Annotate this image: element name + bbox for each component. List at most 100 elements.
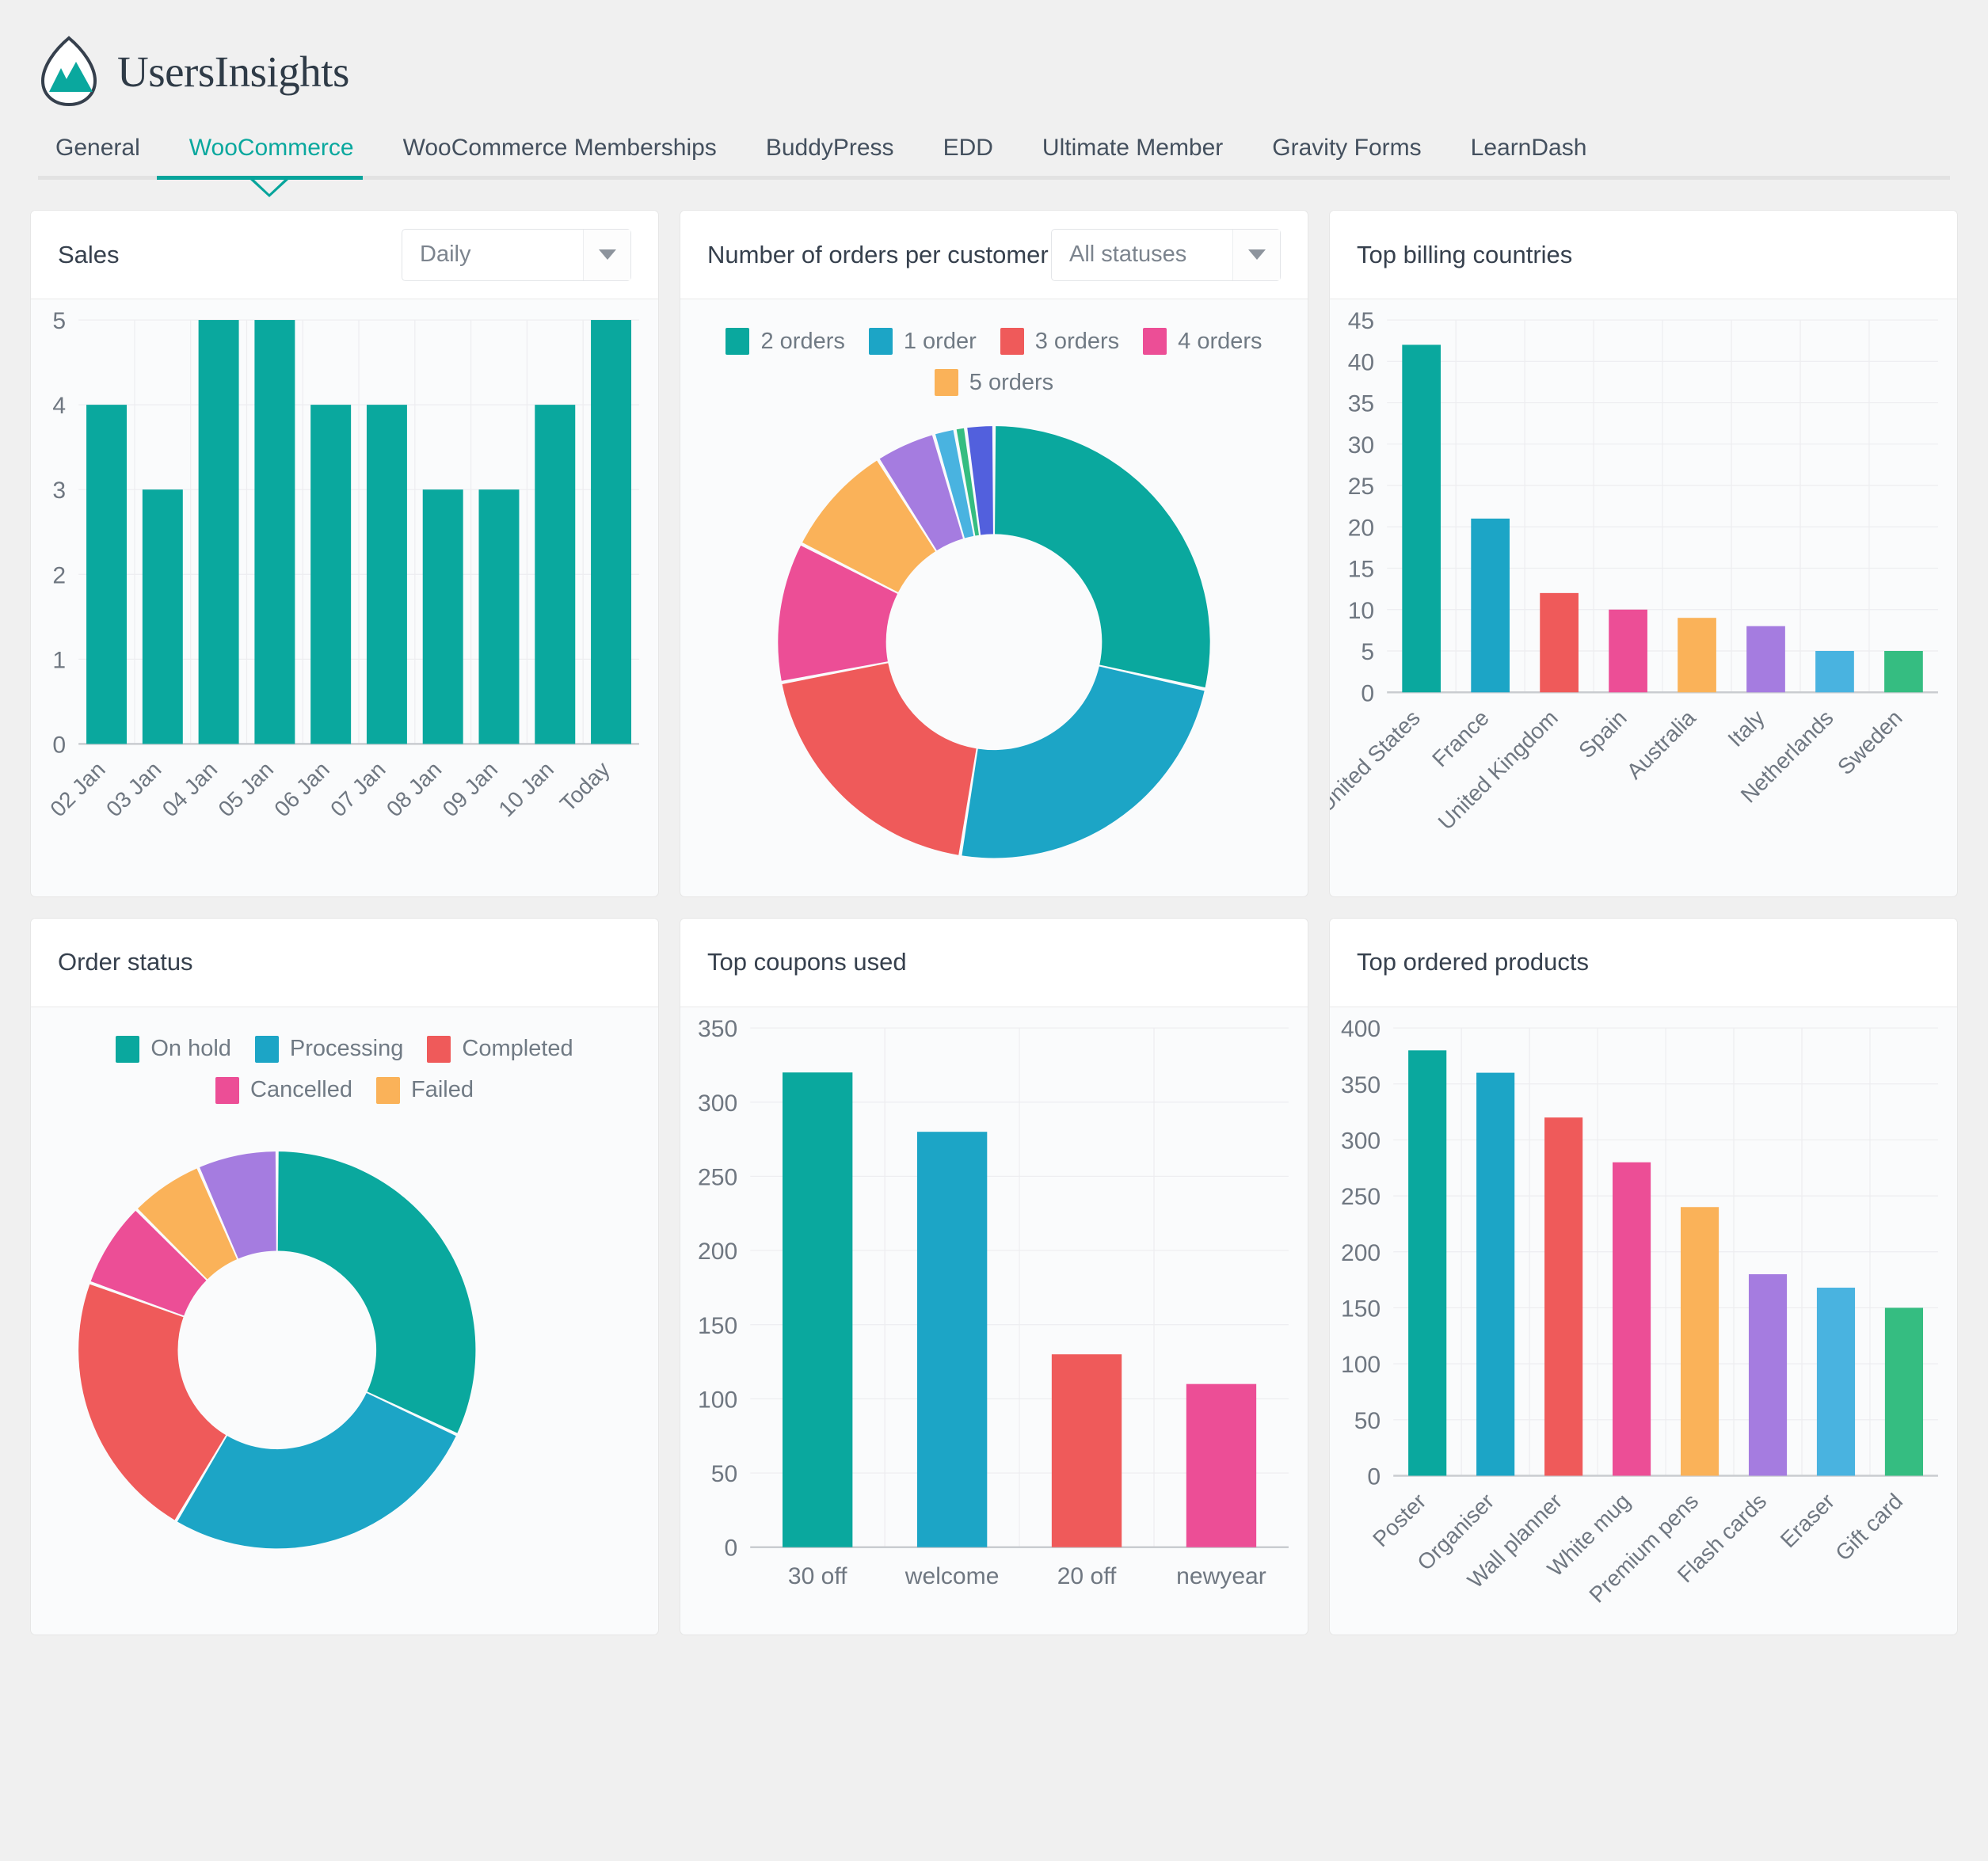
tab-general[interactable]: General — [38, 135, 165, 176]
svg-text:4: 4 — [52, 393, 66, 419]
order-status-filter-value: All statuses — [1069, 242, 1187, 267]
svg-text:5: 5 — [52, 308, 66, 334]
legend-swatch — [934, 369, 958, 396]
card-top-products-body: 0 50 100 150 200 250 300 350 400 Poster Organiser W… — [1330, 1007, 1957, 1635]
legend-swatch — [375, 1076, 400, 1104]
svg-text:02 Jan: 02 Jan — [45, 757, 110, 822]
svg-text:welcome: welcome — [905, 1562, 1000, 1589]
top-billing-countries-bar-chart: 0 5 10 15 20 25 30 35 40 45 United States FranceUni… — [1330, 308, 1938, 835]
card-top-billing-countries-title: Top billing countries — [1357, 240, 1573, 268]
svg-text:25: 25 — [1348, 474, 1374, 500]
svg-text:Poster: Poster — [1368, 1488, 1430, 1551]
top-ordered-products-bar-chart: 050100150200250300350400PosterOrganiserW… — [1341, 1016, 1938, 1607]
order-status-donut-chart — [78, 1151, 476, 1548]
tab-learndash[interactable]: LearnDash — [1446, 135, 1612, 176]
legend-label: Failed — [410, 1077, 474, 1103]
card-order-status-body: On hold Processing Completed Cancelled Faile… — [31, 1007, 658, 1620]
legend-label: 3 orders — [1034, 328, 1120, 354]
svg-text:45: 45 — [1348, 308, 1374, 334]
legend-item[interactable]: Completed — [427, 1035, 573, 1063]
svg-text:06 Jan: 06 Jan — [269, 757, 334, 822]
app-title: UsersInsights — [117, 47, 349, 96]
card-top-billing-countries-header: Top billing countries — [1330, 211, 1957, 299]
svg-text:Australia: Australia — [1622, 705, 1700, 783]
legend-swatch — [1000, 328, 1024, 355]
legend-item[interactable]: 4 orders — [1143, 328, 1262, 355]
svg-text:Spain: Spain — [1574, 706, 1632, 763]
card-order-status-header: Order status — [31, 918, 658, 1007]
active-tab-caret-icon — [250, 180, 288, 197]
legend-item[interactable]: Cancelled — [215, 1076, 352, 1104]
legend-item[interactable]: 1 order — [868, 328, 977, 355]
chevron-down-icon — [1232, 229, 1280, 280]
svg-text:0: 0 — [724, 1535, 737, 1561]
tab-gravity-forms[interactable]: Gravity Forms — [1247, 135, 1445, 176]
legend-swatch — [868, 328, 893, 355]
tab-woocommerce-memberships[interactable]: WooCommerce Memberships — [379, 135, 741, 176]
legend-item[interactable]: 5 orders — [934, 369, 1053, 396]
svg-text:100: 100 — [1341, 1352, 1381, 1378]
legend-swatch — [427, 1035, 451, 1063]
legend-label: 4 orders — [1178, 328, 1262, 354]
order-status-legend: On hold Processing Completed Cancelled Faile… — [31, 1007, 658, 1112]
svg-text:20: 20 — [1348, 515, 1374, 541]
svg-text:Sweden: Sweden — [1833, 706, 1907, 780]
svg-text:0: 0 — [1361, 680, 1374, 706]
mountain-drop-logo-icon — [38, 35, 100, 108]
legend-swatch — [116, 1035, 140, 1063]
dashboard-grid: Sales Daily 0 1 2 3 4 5 02 Jan 03 Jan 04 Jan 05 J… — [0, 180, 1988, 1635]
svg-text:newyear: newyear — [1176, 1562, 1266, 1589]
svg-text:40: 40 — [1348, 349, 1374, 375]
svg-text:04 Jan: 04 Jan — [158, 757, 223, 822]
legend-item[interactable]: Processing — [254, 1035, 404, 1063]
svg-text:100: 100 — [698, 1387, 737, 1413]
orders-per-customer-donut-chart — [778, 426, 1210, 858]
svg-text:20 off: 20 off — [1057, 1562, 1117, 1589]
legend-label: Processing — [289, 1036, 404, 1062]
tab-ultimate-member[interactable]: Ultimate Member — [1018, 135, 1247, 176]
card-order-status: Order status On hold Processing Completed C… — [30, 917, 659, 1635]
card-top-billing-countries: Top billing countries 0 5 10 15 20 25 30 35 40 45… — [1329, 210, 1958, 897]
svg-text:30 off: 30 off — [788, 1562, 847, 1589]
svg-text:10 Jan: 10 Jan — [494, 757, 559, 822]
svg-text:150: 150 — [1341, 1296, 1381, 1322]
svg-text:300: 300 — [1341, 1128, 1381, 1154]
tab-woocommerce[interactable]: WooCommerce — [165, 135, 379, 176]
svg-text:300: 300 — [698, 1090, 737, 1116]
sales-period-select[interactable]: Daily — [402, 228, 631, 281]
card-sales-header: Sales Daily — [31, 211, 658, 299]
legend-item[interactable]: Failed — [375, 1076, 474, 1104]
svg-text:30: 30 — [1348, 432, 1374, 459]
card-orders-per-customer-header: Number of orders per customer All status… — [680, 211, 1308, 299]
order-status-filter-select[interactable]: All statuses — [1051, 228, 1281, 281]
legend-label: 1 order — [903, 328, 977, 354]
tabs-divider — [38, 176, 1950, 197]
svg-text:United States: United States — [1330, 706, 1425, 817]
svg-text:0: 0 — [1367, 1463, 1381, 1490]
svg-text:Gift card: Gift card — [1830, 1488, 1907, 1565]
svg-text:150: 150 — [698, 1312, 737, 1338]
svg-text:250: 250 — [698, 1164, 737, 1190]
tab-edd[interactable]: EDD — [919, 135, 1018, 176]
svg-text:50: 50 — [711, 1461, 737, 1487]
tab-buddypress[interactable]: BuddyPress — [741, 135, 919, 176]
card-top-coupons-title: Top coupons used — [707, 948, 907, 976]
svg-text:350: 350 — [1341, 1071, 1381, 1098]
card-orders-per-customer-title: Number of orders per customer — [707, 240, 1049, 268]
legend-item[interactable]: 3 orders — [1000, 328, 1119, 355]
card-top-products: Top ordered products 0 50 100 150 200 250 300 3… — [1329, 917, 1958, 1635]
svg-text:250: 250 — [1341, 1184, 1381, 1210]
legend-item[interactable]: On hold — [116, 1035, 231, 1063]
card-top-coupons-header: Top coupons used — [680, 918, 1308, 1007]
sales-bar-chart: 0 1 2 3 4 5 02 Jan03 Jan04 Jan05 Jan06 Jan07 J… — [45, 308, 639, 822]
svg-text:10: 10 — [1348, 598, 1374, 624]
svg-text:5: 5 — [1361, 639, 1374, 665]
svg-text:09 Jan: 09 Jan — [438, 757, 503, 822]
legend-item[interactable]: 2 orders — [726, 328, 845, 355]
legend-swatch — [1143, 328, 1167, 355]
card-top-coupons: Top coupons used 0 50 100 150 200 250 300 350 30… — [680, 917, 1308, 1635]
svg-text:200: 200 — [1341, 1239, 1381, 1265]
card-top-products-title: Top ordered products — [1357, 948, 1589, 976]
svg-text:350: 350 — [698, 1016, 737, 1042]
card-sales-body: 0 1 2 3 4 5 02 Jan 03 Jan 04 Jan 05 Jan 06 Jan 07 J… — [31, 299, 658, 847]
